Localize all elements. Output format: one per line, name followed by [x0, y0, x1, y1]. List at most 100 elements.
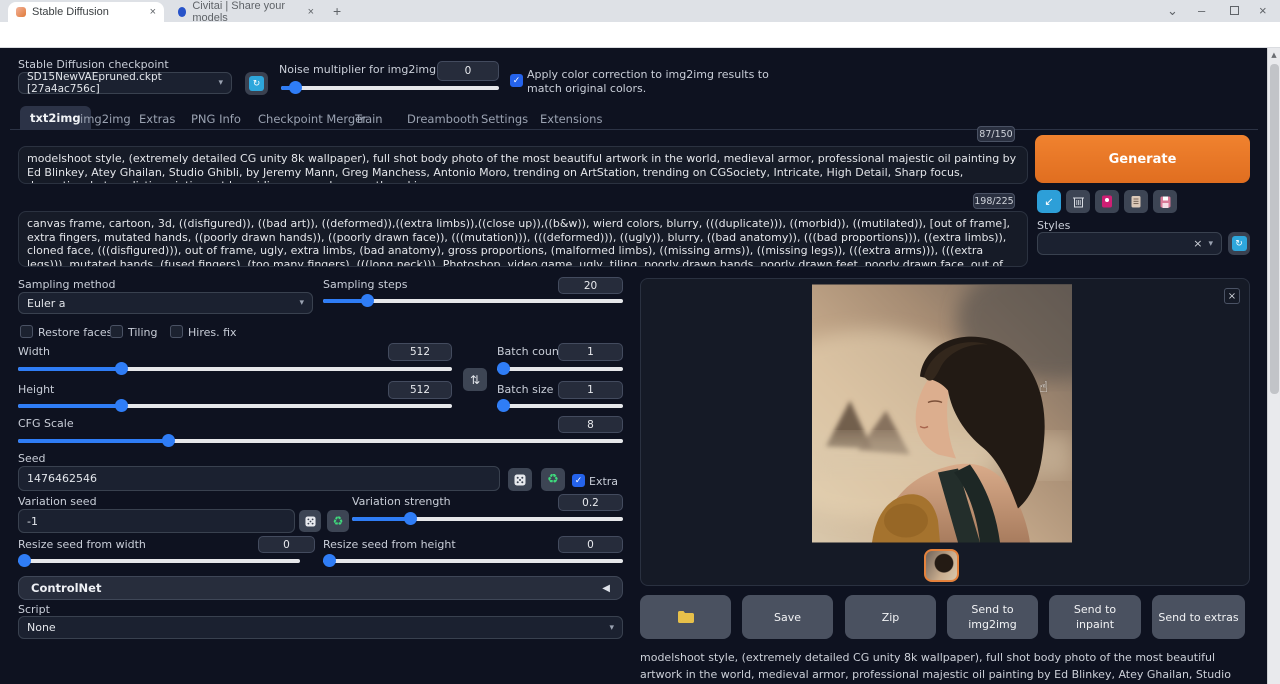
seed-input[interactable]: 1476462546	[18, 466, 500, 491]
window-maximize-icon[interactable]	[1230, 6, 1239, 15]
sampling-steps-value[interactable]: 20	[558, 277, 623, 294]
close-image-button[interactable]: ×	[1224, 288, 1240, 304]
hires-fix-checkbox[interactable]	[170, 325, 183, 338]
new-tab-button[interactable]: +	[333, 3, 341, 19]
resize-seed-height-slider[interactable]	[323, 555, 623, 567]
generate-button[interactable]: Generate	[1035, 135, 1250, 183]
browser-tab-active[interactable]: Stable Diffusion ×	[8, 2, 164, 22]
tab-train[interactable]: Train	[355, 112, 383, 126]
tab-extras[interactable]: Extras	[139, 112, 175, 126]
script-dropdown[interactable]: None ▾	[18, 616, 623, 639]
paste-generation-params-button[interactable]: ↙	[1037, 190, 1061, 213]
slider-handle[interactable]	[162, 434, 175, 447]
slider-track[interactable]	[323, 559, 623, 563]
browser-tab-civitai[interactable]: Civitai | Share your models ×	[170, 2, 322, 22]
swap-width-height-button[interactable]: ⇅	[463, 368, 487, 391]
variation-strength-value[interactable]: 0.2	[558, 494, 623, 511]
scrollbar[interactable]: ▲	[1267, 48, 1280, 684]
tab-img2img[interactable]: img2img	[80, 112, 131, 126]
window-menu-icon[interactable]: ⌄	[1167, 3, 1178, 19]
batch-size-label: Batch size	[497, 383, 553, 396]
tab-checkpoint-merger[interactable]: Checkpoint Merger	[258, 112, 367, 126]
extra-seed-checkbox[interactable]: ✓	[572, 474, 585, 487]
slider-handle[interactable]	[361, 294, 374, 307]
sampling-method-dropdown[interactable]: Euler a ▾	[18, 292, 313, 314]
styles-clear-icon[interactable]: ×	[1193, 237, 1202, 250]
reuse-seed-button[interactable]: ♻	[541, 468, 565, 491]
window-minimize-icon[interactable]: –	[1198, 3, 1205, 18]
extra-networks-button[interactable]	[1095, 190, 1119, 213]
random-variation-seed-button[interactable]	[299, 510, 321, 532]
styles-dropdown[interactable]: × ▾	[1037, 232, 1222, 255]
resize-seed-height-value[interactable]: 0	[558, 536, 623, 553]
resize-seed-width-value[interactable]: 0	[258, 536, 315, 553]
batch-size-value[interactable]: 1	[558, 381, 623, 399]
save-style-button[interactable]	[1153, 190, 1177, 213]
slider-handle[interactable]	[497, 399, 510, 412]
random-seed-button[interactable]	[508, 468, 532, 491]
apply-styles-button[interactable]	[1124, 190, 1148, 213]
batch-count-value[interactable]: 1	[558, 343, 623, 361]
slider-handle[interactable]	[115, 399, 128, 412]
negative-prompt-textarea[interactable]: canvas frame, cartoon, 3d, ((disfigured)…	[18, 211, 1028, 267]
variation-seed-input[interactable]: -1	[18, 509, 295, 533]
batch-size-slider[interactable]	[497, 400, 623, 412]
noise-multiplier-slider[interactable]	[281, 82, 499, 94]
send-to-img2img-button[interactable]: Send to img2img	[947, 595, 1038, 639]
open-folder-button[interactable]	[640, 595, 731, 639]
scrollbar-up-arrow-icon[interactable]: ▲	[1268, 48, 1280, 59]
slider-track[interactable]	[497, 367, 623, 371]
window-close-icon[interactable]: ×	[1259, 3, 1267, 18]
scrollbar-thumb[interactable]	[1270, 64, 1279, 394]
batch-count-label: Batch count	[497, 345, 563, 358]
clear-prompt-button[interactable]	[1066, 190, 1090, 213]
reuse-variation-seed-button[interactable]: ♻	[327, 510, 349, 532]
tab-extensions[interactable]: Extensions	[540, 112, 602, 126]
resize-seed-width-slider[interactable]	[18, 555, 300, 567]
slider-handle[interactable]	[404, 512, 417, 525]
sampling-steps-slider[interactable]	[323, 295, 623, 307]
slider-handle[interactable]	[18, 554, 31, 567]
tab-settings[interactable]: Settings	[481, 112, 528, 126]
slider-handle[interactable]	[289, 81, 302, 94]
send-to-extras-button[interactable]: Send to extras	[1152, 595, 1245, 639]
browser-toolbar: ← → ↻ ⓘ 127.0.0.1:7860 ⇱ ☆ ☰ ⋮	[0, 22, 1280, 48]
height-slider[interactable]	[18, 400, 452, 412]
gallery-thumbnail[interactable]	[924, 549, 959, 582]
send-to-inpaint-button[interactable]: Send to inpaint	[1049, 595, 1141, 639]
tab-close-icon[interactable]: ×	[150, 6, 156, 18]
zip-button[interactable]: Zip	[845, 595, 936, 639]
checkpoint-dropdown[interactable]: SD15NewVAEpruned.ckpt [27a4ac756c] ▾	[18, 72, 232, 94]
noise-multiplier-value[interactable]: 0	[437, 61, 499, 81]
swap-arrows-icon: ⇅	[470, 373, 480, 387]
checkpoint-refresh-button[interactable]: ↻	[245, 72, 268, 95]
prompt-textarea[interactable]: modelshoot style, (extremely detailed CG…	[18, 146, 1028, 184]
chevron-down-icon[interactable]: ▾	[1208, 239, 1213, 249]
dice-icon	[514, 474, 526, 486]
tab-dreambooth[interactable]: Dreambooth	[407, 112, 479, 126]
variation-strength-slider[interactable]	[352, 513, 623, 525]
width-value[interactable]: 512	[388, 343, 452, 361]
save-button[interactable]: Save	[742, 595, 833, 639]
controlnet-accordion[interactable]: ControlNet ◀	[18, 576, 623, 600]
tab-close-icon[interactable]: ×	[308, 6, 314, 18]
generated-image[interactable]	[812, 284, 1072, 543]
styles-refresh-button[interactable]: ↻	[1228, 232, 1250, 255]
tab-png-info[interactable]: PNG Info	[191, 112, 241, 126]
slider-track[interactable]	[18, 559, 300, 563]
tiling-checkbox[interactable]	[110, 325, 123, 338]
refresh-icon: ↻	[249, 76, 264, 91]
batch-count-slider[interactable]	[497, 363, 623, 375]
cfg-scale-value[interactable]: 8	[558, 416, 623, 433]
slider-handle[interactable]	[497, 362, 510, 375]
slider-handle[interactable]	[115, 362, 128, 375]
height-value[interactable]: 512	[388, 381, 452, 399]
chevron-down-icon: ▾	[299, 298, 304, 308]
slider-track[interactable]	[497, 404, 623, 408]
width-slider[interactable]	[18, 363, 452, 375]
cfg-scale-slider[interactable]	[18, 435, 623, 447]
restore-faces-checkbox[interactable]	[20, 325, 33, 338]
color-correction-checkbox[interactable]: ✓	[510, 74, 523, 87]
slider-track[interactable]	[281, 86, 499, 90]
slider-handle[interactable]	[323, 554, 336, 567]
